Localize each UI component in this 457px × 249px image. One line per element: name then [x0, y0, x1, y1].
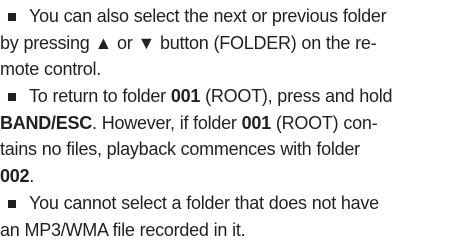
document-body: You can also select the next or previous… [0, 3, 457, 243]
item-2-text-4: . [29, 166, 35, 187]
bullet-square-icon [8, 199, 16, 208]
bullet-square-icon [8, 13, 16, 21]
item-1-line-3: mote control. [0, 56, 457, 83]
item-2-text-1a: To return to folder [29, 86, 171, 107]
item-2-text-2b: (ROOT) con- [270, 112, 378, 133]
folder-number-001-second: 001 [241, 112, 272, 133]
item-1-text-2a: by pressing [0, 32, 95, 53]
item-1-text-1: You can also select the next or previous… [29, 6, 387, 26]
item-3-text-2: an MP3/WMA file recorded in it. [0, 219, 246, 240]
item-1-text-or: or [112, 32, 138, 53]
item-3-line-1: You cannot select a folder that does not… [0, 190, 457, 217]
item-3-line-2: an MP3/WMA file recorded in it. [0, 217, 457, 244]
item-3-text-1: You cannot select a folder that does not… [29, 192, 379, 213]
folder-number-001: 001 [170, 86, 201, 107]
item-2-text-3: tains no files, playback commences with … [0, 139, 360, 160]
item-1-line-1: You can also select the next or previous… [0, 3, 457, 30]
item-1-line-2: by pressing ▲ or ▼ button (FOLDER) on th… [0, 30, 457, 57]
item-2-line-4: 002. [0, 163, 457, 190]
item-2-line-2: BAND/ESC. However, if folder 001 (ROOT) … [0, 110, 457, 137]
down-triangle-icon: ▼ [137, 32, 156, 53]
item-2-text-1b: (ROOT), press and hold [200, 86, 393, 107]
item-1-text-3: mote control. [0, 59, 101, 80]
item-2-text-2a: . However, if folder [92, 112, 242, 133]
item-2-line-3: tains no files, playback commences with … [0, 136, 457, 163]
bullet-square-icon [8, 93, 16, 102]
item-1-text-2b: button (FOLDER) on the re- [155, 32, 377, 53]
up-triangle-icon: ▲ [94, 32, 113, 53]
folder-number-002: 002 [0, 166, 30, 187]
item-2-line-1: To return to folder 001 (ROOT), press an… [0, 83, 457, 110]
band-esc-button-name: BAND/ESC [0, 112, 93, 133]
